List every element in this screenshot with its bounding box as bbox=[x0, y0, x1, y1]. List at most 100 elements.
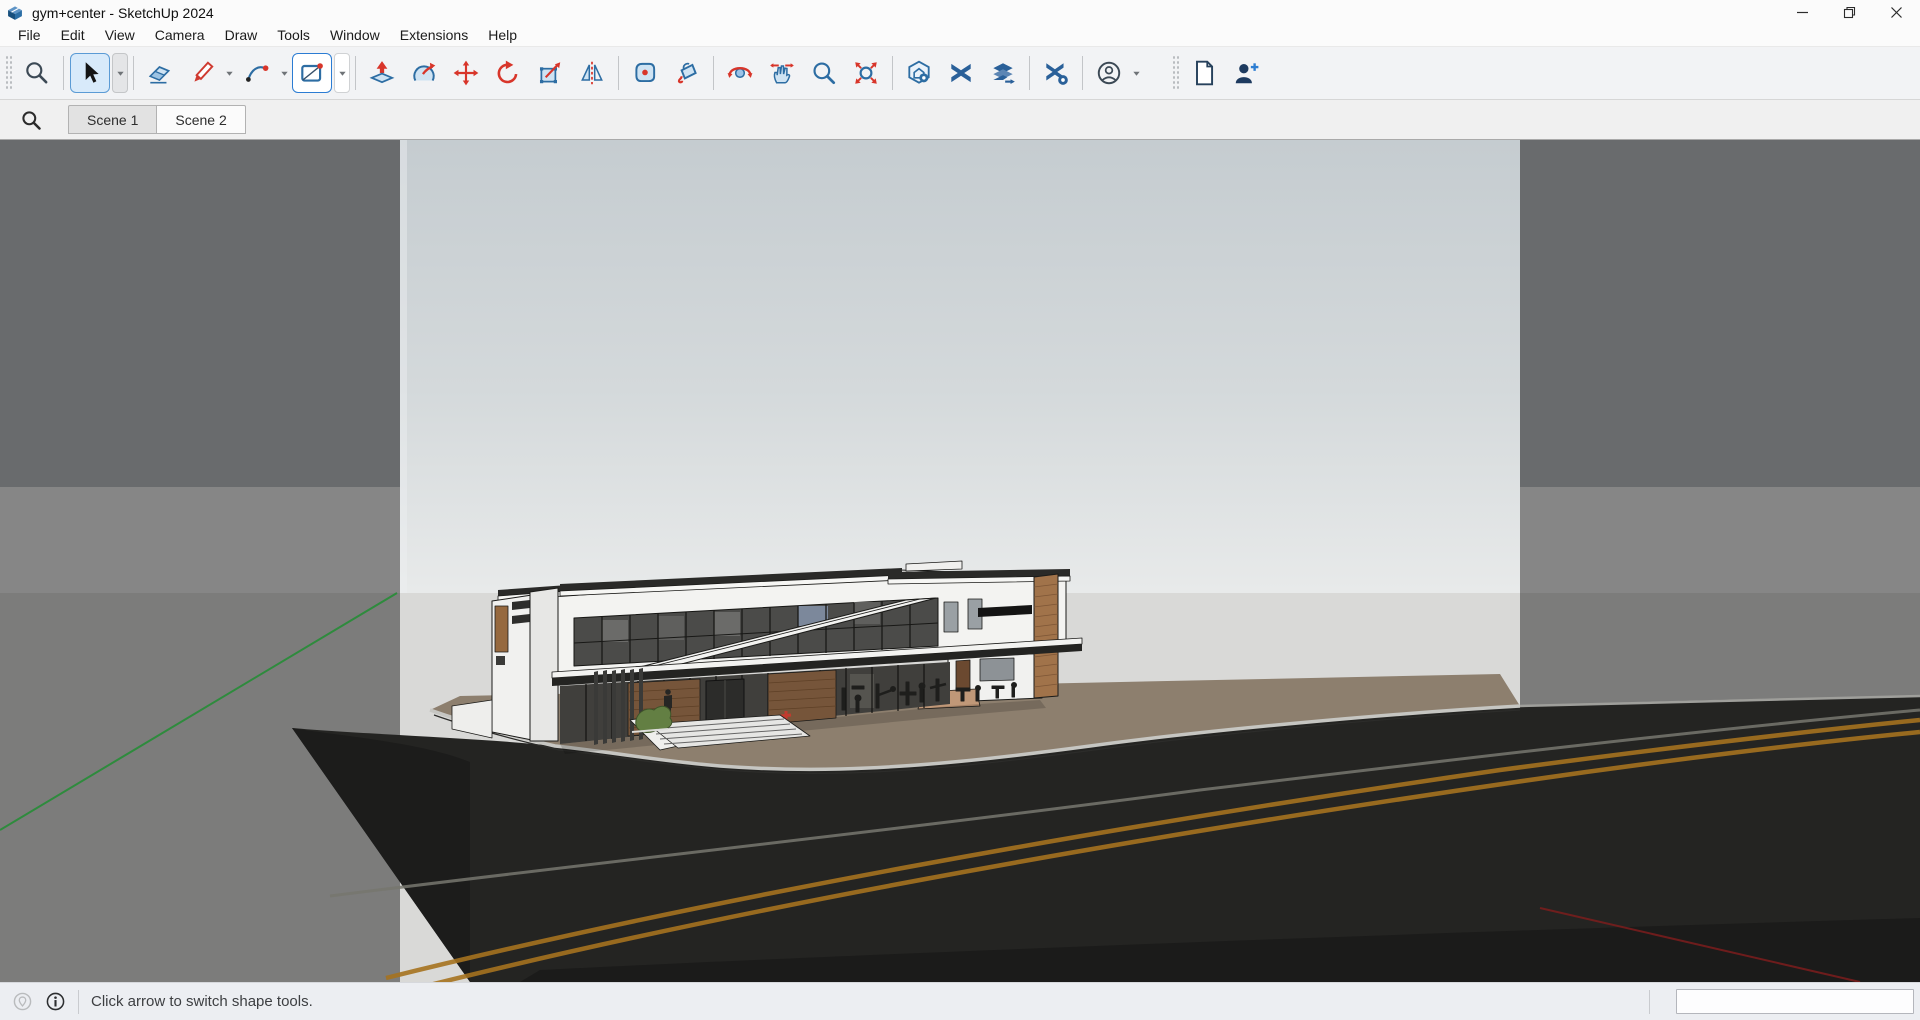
help-info-icon[interactable] bbox=[45, 991, 66, 1012]
rectangle-tool-dropdown[interactable] bbox=[334, 53, 350, 93]
minimize-button[interactable] bbox=[1779, 0, 1826, 25]
flip-icon bbox=[578, 59, 606, 87]
measurements-separator bbox=[1649, 990, 1650, 1014]
move-tool-button[interactable] bbox=[446, 53, 486, 93]
chevron-down-icon bbox=[1132, 69, 1141, 78]
measurements-input[interactable] bbox=[1676, 989, 1914, 1014]
toolbar-grip[interactable] bbox=[5, 55, 13, 91]
chevron-down-icon bbox=[338, 69, 347, 78]
menu-window[interactable]: Window bbox=[320, 25, 390, 46]
eraser-tool-button[interactable] bbox=[140, 53, 180, 93]
menu-view[interactable]: View bbox=[95, 25, 145, 46]
toolbar-grip[interactable] bbox=[1172, 55, 1180, 91]
zoom-extents-icon bbox=[852, 59, 880, 87]
layout-stack-icon bbox=[989, 59, 1017, 87]
menu-file[interactable]: File bbox=[8, 25, 51, 46]
arc-tool-button[interactable] bbox=[237, 53, 277, 93]
sign-in-dropdown[interactable] bbox=[1130, 53, 1143, 93]
zoom-extents-tool-button[interactable] bbox=[846, 53, 886, 93]
3d-warehouse-button[interactable] bbox=[899, 53, 939, 93]
push-pull-icon bbox=[368, 59, 396, 87]
warehouse-3d-icon bbox=[905, 59, 933, 87]
window-controls bbox=[1779, 0, 1920, 25]
win-min-icon bbox=[1796, 6, 1809, 19]
sketchup-logo-icon bbox=[6, 4, 24, 22]
select-tool-button[interactable] bbox=[70, 53, 110, 93]
menu-tools[interactable]: Tools bbox=[267, 25, 320, 46]
extension-manager-icon bbox=[1042, 59, 1070, 87]
arc-tool-dropdown[interactable] bbox=[278, 53, 291, 93]
close-button[interactable] bbox=[1873, 0, 1920, 25]
scene-tab-bar: Scene 1Scene 2 bbox=[0, 100, 1920, 140]
pan-tool-button[interactable] bbox=[762, 53, 802, 93]
extension-manager-button[interactable] bbox=[1036, 53, 1076, 93]
title-bar: gym+center - SketchUp 2024 bbox=[0, 0, 1920, 25]
extension-warehouse-icon bbox=[947, 59, 975, 87]
paint-bucket-icon bbox=[673, 59, 701, 87]
menu-extensions[interactable]: Extensions bbox=[390, 25, 478, 46]
select-arrow-icon bbox=[76, 59, 104, 87]
menu-edit[interactable]: Edit bbox=[51, 25, 95, 46]
sign-in-button[interactable] bbox=[1089, 53, 1129, 93]
restore-button[interactable] bbox=[1826, 0, 1873, 25]
zoom-tool-button[interactable] bbox=[804, 53, 844, 93]
scene-tab-1[interactable]: Scene 1 bbox=[68, 105, 157, 134]
scene-search-icon[interactable] bbox=[20, 109, 42, 131]
select-tool-dropdown[interactable] bbox=[112, 53, 128, 93]
add-collaborator-icon bbox=[1232, 59, 1260, 87]
follow-me-icon bbox=[410, 59, 438, 87]
model-canvas bbox=[0, 140, 1920, 982]
status-separator bbox=[78, 990, 79, 1014]
menu-draw[interactable]: Draw bbox=[215, 25, 268, 46]
extension-warehouse-button[interactable] bbox=[941, 53, 981, 93]
sketchup-window: gym+center - SketchUp 2024 FileEditViewC… bbox=[0, 0, 1920, 1020]
wood-panel-column bbox=[1034, 574, 1058, 698]
paint-bucket-tool-button[interactable] bbox=[667, 53, 707, 93]
offset-tool-button[interactable] bbox=[625, 53, 665, 93]
send-to-layout-button[interactable] bbox=[983, 53, 1023, 93]
search-icon bbox=[23, 59, 51, 87]
new-document-icon bbox=[1190, 59, 1218, 87]
new-file-button[interactable] bbox=[1184, 53, 1224, 93]
toolbar-separator bbox=[713, 56, 714, 90]
toolbar bbox=[0, 46, 1920, 100]
avatar-icon bbox=[1095, 59, 1123, 87]
rectangle-tool-button[interactable] bbox=[292, 53, 332, 93]
flip-tool-button[interactable] bbox=[572, 53, 612, 93]
scene-tab-2[interactable]: Scene 2 bbox=[157, 105, 245, 134]
move-icon bbox=[452, 59, 480, 87]
pan-icon bbox=[768, 59, 796, 87]
toolbar-separator bbox=[1082, 56, 1083, 90]
arc-icon bbox=[243, 59, 271, 87]
scale-tool-button[interactable] bbox=[530, 53, 570, 93]
win-close-icon bbox=[1890, 6, 1903, 19]
menu-help[interactable]: Help bbox=[478, 25, 527, 46]
toolbar-separator bbox=[133, 56, 134, 90]
toolbar-separator bbox=[618, 56, 619, 90]
line-tool-button[interactable] bbox=[182, 53, 222, 93]
scale-icon bbox=[536, 59, 564, 87]
toolbar-separator bbox=[355, 56, 356, 90]
zoom-icon bbox=[810, 59, 838, 87]
status-message: Click arrow to switch shape tools. bbox=[91, 993, 313, 1010]
push-pull-tool-button[interactable] bbox=[362, 53, 402, 93]
toolbar-separator bbox=[63, 56, 64, 90]
offset-icon bbox=[631, 59, 659, 87]
toolbar-separator bbox=[1029, 56, 1030, 90]
eraser-icon bbox=[146, 59, 174, 87]
search-tool-button[interactable] bbox=[17, 53, 57, 93]
rotate-icon bbox=[494, 59, 522, 87]
follow-me-tool-button[interactable] bbox=[404, 53, 444, 93]
chevron-down-icon bbox=[280, 69, 289, 78]
orbit-icon bbox=[726, 59, 754, 87]
add-collaborator-button[interactable] bbox=[1226, 53, 1266, 93]
geolocation-icon[interactable] bbox=[12, 991, 33, 1012]
menu-camera[interactable]: Camera bbox=[145, 25, 215, 46]
rectangle-icon bbox=[298, 59, 326, 87]
pencil-icon bbox=[188, 59, 216, 87]
viewport-3d[interactable] bbox=[0, 140, 1920, 982]
line-tool-dropdown[interactable] bbox=[223, 53, 236, 93]
rotate-tool-button[interactable] bbox=[488, 53, 528, 93]
toolbar-separator bbox=[892, 56, 893, 90]
orbit-tool-button[interactable] bbox=[720, 53, 760, 93]
